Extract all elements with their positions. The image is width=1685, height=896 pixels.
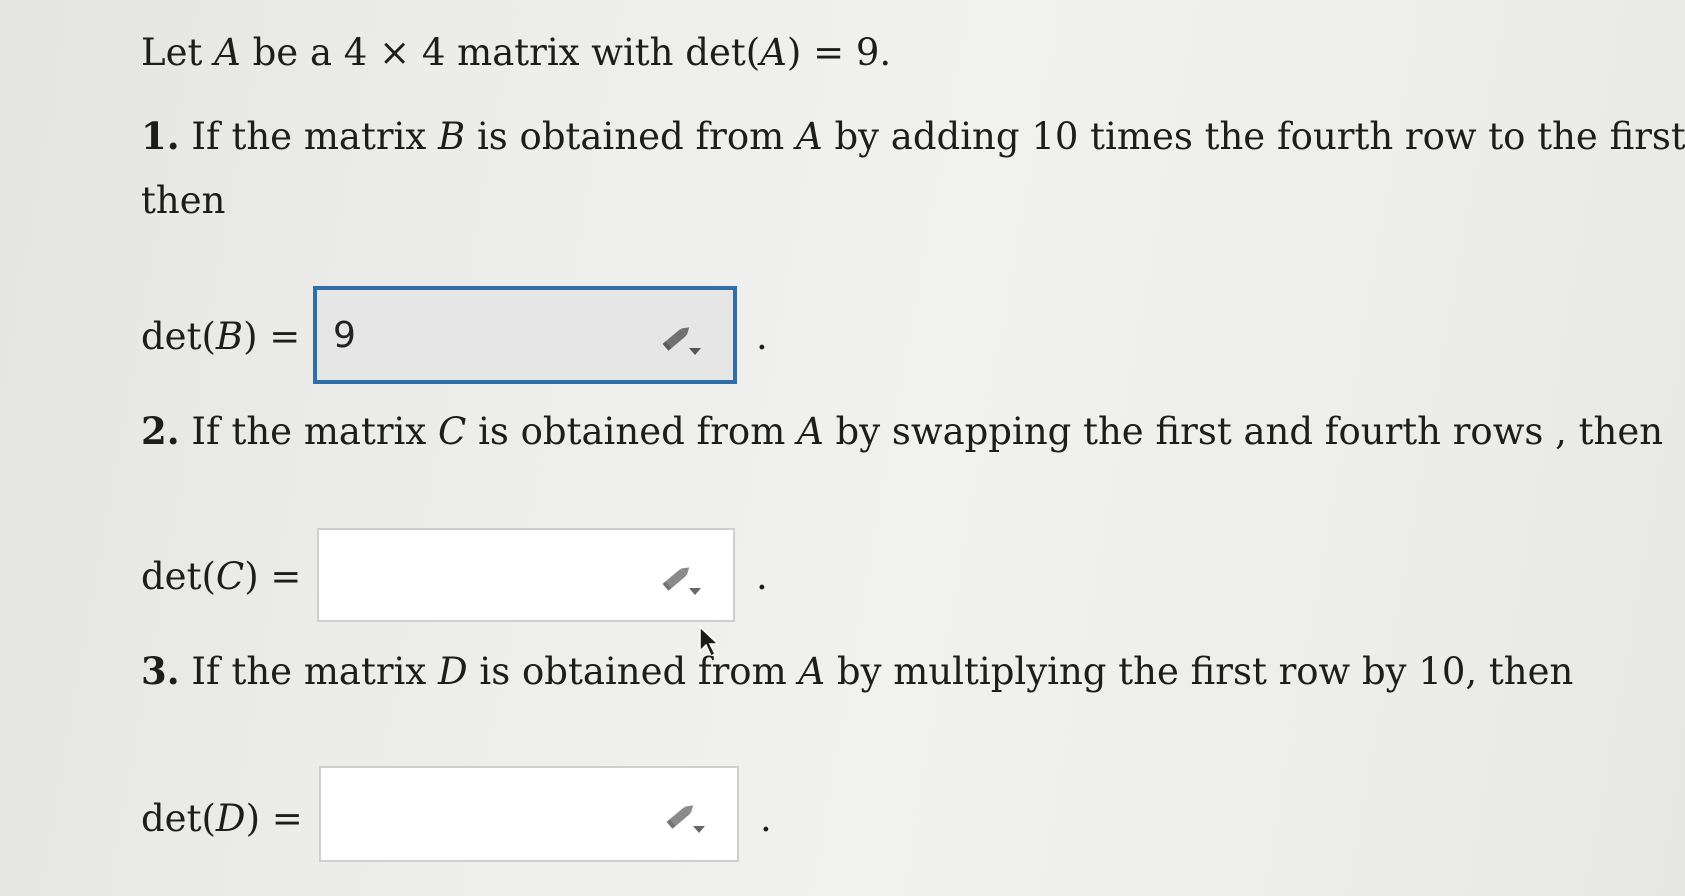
question-text: by adding 10 times the fourth row to the… [822, 115, 1685, 158]
det-suffix: ) = [245, 797, 303, 840]
question-1-text-cont: then [141, 179, 226, 222]
problem-intro: Let A be a 4 × 4 matrix with det(A) = 9. [141, 34, 891, 71]
intro-var-a: A [214, 31, 241, 74]
intro-text: Let [141, 31, 215, 74]
det-c-answer-field[interactable] [317, 528, 735, 622]
question-2-text: 2. If the matrix C is obtained from A by… [141, 410, 1664, 453]
question-text: If the matrix [179, 115, 438, 158]
question-1-text: 1. If the matrix B is obtained from A by… [141, 115, 1685, 158]
question-text: If the matrix [179, 650, 438, 693]
matrix-var: B [438, 115, 466, 158]
pencil-dropdown-icon[interactable] [661, 322, 705, 358]
question-3-text: 3. If the matrix D is obtained from A by… [141, 650, 1574, 693]
trailing-period: . [756, 555, 768, 598]
det-c-label: det(C) = [141, 558, 301, 595]
question-text: If the matrix [179, 410, 438, 453]
det-suffix: ) = [243, 315, 301, 358]
matrix-var: A [798, 650, 826, 693]
det-var: D [215, 797, 246, 840]
matrix-var: C [438, 410, 467, 453]
matrix-var: D [438, 650, 468, 693]
pencil-dropdown-icon[interactable] [661, 562, 705, 598]
intro-text: ) = 9. [786, 31, 892, 74]
matrix-var: A [795, 115, 823, 158]
question-number: 1. [141, 114, 180, 158]
det-var: C [215, 555, 245, 598]
question-text: is obtained from [467, 650, 799, 693]
intro-text: be a 4 × 4 matrix with det( [240, 31, 761, 74]
matrix-var: A [797, 410, 824, 453]
det-var: B [215, 315, 244, 358]
det-prefix: det( [141, 555, 216, 598]
det-d-label: det(D) = [141, 800, 303, 837]
det-prefix: det( [141, 797, 216, 840]
det-b-answer-field[interactable]: 9 [313, 286, 737, 384]
det-prefix: det( [141, 315, 216, 358]
det-b-label: det(B) = [141, 318, 300, 355]
question-number: 2. [141, 409, 180, 453]
question-text: is obtained from [466, 410, 798, 453]
pencil-dropdown-icon[interactable] [665, 800, 709, 836]
det-b-answer-value: 9 [333, 315, 356, 356]
trailing-period: . [760, 797, 772, 840]
det-d-answer-field[interactable] [319, 766, 739, 862]
question-text: is obtained from [465, 115, 796, 158]
trailing-period: . [756, 315, 768, 358]
question-number: 3. [141, 649, 180, 693]
question-text: by multiplying the first row by 10, then [825, 650, 1574, 693]
intro-var-a: A [760, 31, 787, 74]
det-suffix: ) = [244, 555, 302, 598]
question-text: by swapping the first and fourth rows , … [823, 410, 1664, 453]
question-page: Let A be a 4 × 4 matrix with det(A) = 9.… [0, 0, 1685, 896]
